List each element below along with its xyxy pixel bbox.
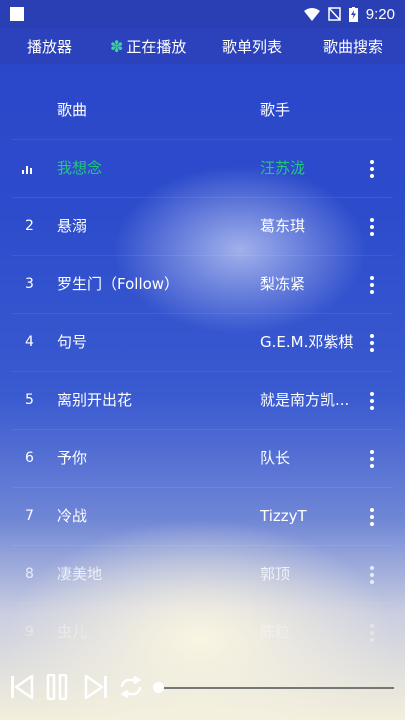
song-list: 歌曲 歌手 我想念 汪苏泷 2 悬溺 葛东琪 3 罗生门（Follow） 梨冻紧… (12, 82, 393, 662)
more-options-icon[interactable] (367, 334, 377, 352)
seek-bar[interactable] (153, 682, 394, 693)
wifi-icon (303, 7, 320, 21)
list-header: 歌曲 歌手 (12, 82, 393, 140)
more-options-icon[interactable] (367, 160, 377, 178)
song-number: 7 (25, 508, 34, 524)
more-options-icon[interactable] (367, 276, 377, 294)
song-artist: 郭顶 (260, 565, 291, 583)
notification-icon (10, 7, 24, 21)
more-options-icon[interactable] (367, 566, 377, 584)
more-options-icon[interactable] (367, 392, 377, 410)
seek-handle[interactable] (153, 682, 164, 693)
pause-icon[interactable] (46, 674, 68, 700)
song-artist: 汪苏泷 (260, 159, 306, 177)
tab-now-playing-label: 正在播放 (126, 38, 187, 56)
header-artist: 歌手 (260, 101, 291, 119)
song-number: 3 (25, 276, 34, 292)
song-number: 8 (25, 566, 34, 582)
song-row[interactable]: 2 悬溺 葛东琪 (12, 198, 393, 256)
status-bar: 9:20 (0, 0, 405, 28)
song-row[interactable]: 我想念 汪苏泷 (12, 140, 393, 198)
song-title: 予你 (57, 449, 88, 467)
song-row[interactable]: 8 凄美地 郭顶 (12, 546, 393, 604)
song-artist: 队长 (260, 449, 291, 467)
tab-playlist[interactable]: 歌单列表 (222, 36, 282, 57)
clock: 9:20 (365, 5, 395, 23)
repeat-icon[interactable] (118, 676, 144, 698)
more-options-icon[interactable] (367, 450, 377, 468)
song-title: 虫儿 (57, 623, 88, 641)
more-options-icon[interactable] (367, 624, 377, 642)
song-artist: 葛东琪 (260, 217, 306, 235)
song-artist: G.E.M.邓紫棋 (260, 333, 354, 351)
song-title: 凄美地 (57, 565, 103, 583)
tab-bar: 播放器 ✽ 正在播放 歌单列表 歌曲搜索 (0, 28, 405, 64)
tab-now-playing[interactable]: ✽ 正在播放 (110, 36, 186, 57)
song-artist: 梨冻紧 (260, 275, 306, 293)
song-artist: 陈粒 (260, 623, 291, 641)
song-title: 罗生门（Follow） (57, 275, 180, 293)
song-row[interactable]: 3 罗生门（Follow） 梨冻紧 (12, 256, 393, 314)
header-song: 歌曲 (57, 101, 88, 119)
previous-track-icon[interactable] (10, 674, 34, 700)
song-row[interactable]: 5 离别开出花 就是南方凯... (12, 372, 393, 430)
no-sim-icon (328, 7, 341, 21)
song-number: 4 (25, 334, 34, 350)
battery-icon (348, 6, 358, 22)
song-title: 我想念 (57, 159, 103, 177)
song-title: 句号 (57, 333, 88, 351)
song-number: 2 (25, 218, 34, 234)
tab-search[interactable]: 歌曲搜索 (323, 36, 383, 57)
song-title: 悬溺 (57, 217, 88, 235)
song-number: 9 (25, 624, 34, 640)
song-number: 5 (25, 392, 34, 408)
song-row[interactable]: 9 虫儿 陈粒 (12, 604, 393, 662)
song-artist: TizzyT (260, 507, 307, 525)
player-controls (0, 664, 405, 710)
more-options-icon[interactable] (367, 508, 377, 526)
song-number: 6 (25, 450, 34, 466)
playing-indicator-icon (22, 166, 32, 174)
song-row[interactable]: 4 句号 G.E.M.邓紫棋 (12, 314, 393, 372)
song-row[interactable]: 7 冷战 TizzyT (12, 488, 393, 546)
more-options-icon[interactable] (367, 218, 377, 236)
tab-player[interactable]: 播放器 (27, 36, 72, 57)
song-artist: 就是南方凯... (260, 391, 350, 409)
next-track-icon[interactable] (84, 674, 108, 700)
fan-icon: ✽ (110, 37, 124, 56)
song-title: 离别开出花 (57, 391, 133, 409)
song-row[interactable]: 6 予你 队长 (12, 430, 393, 488)
song-title: 冷战 (57, 507, 88, 525)
